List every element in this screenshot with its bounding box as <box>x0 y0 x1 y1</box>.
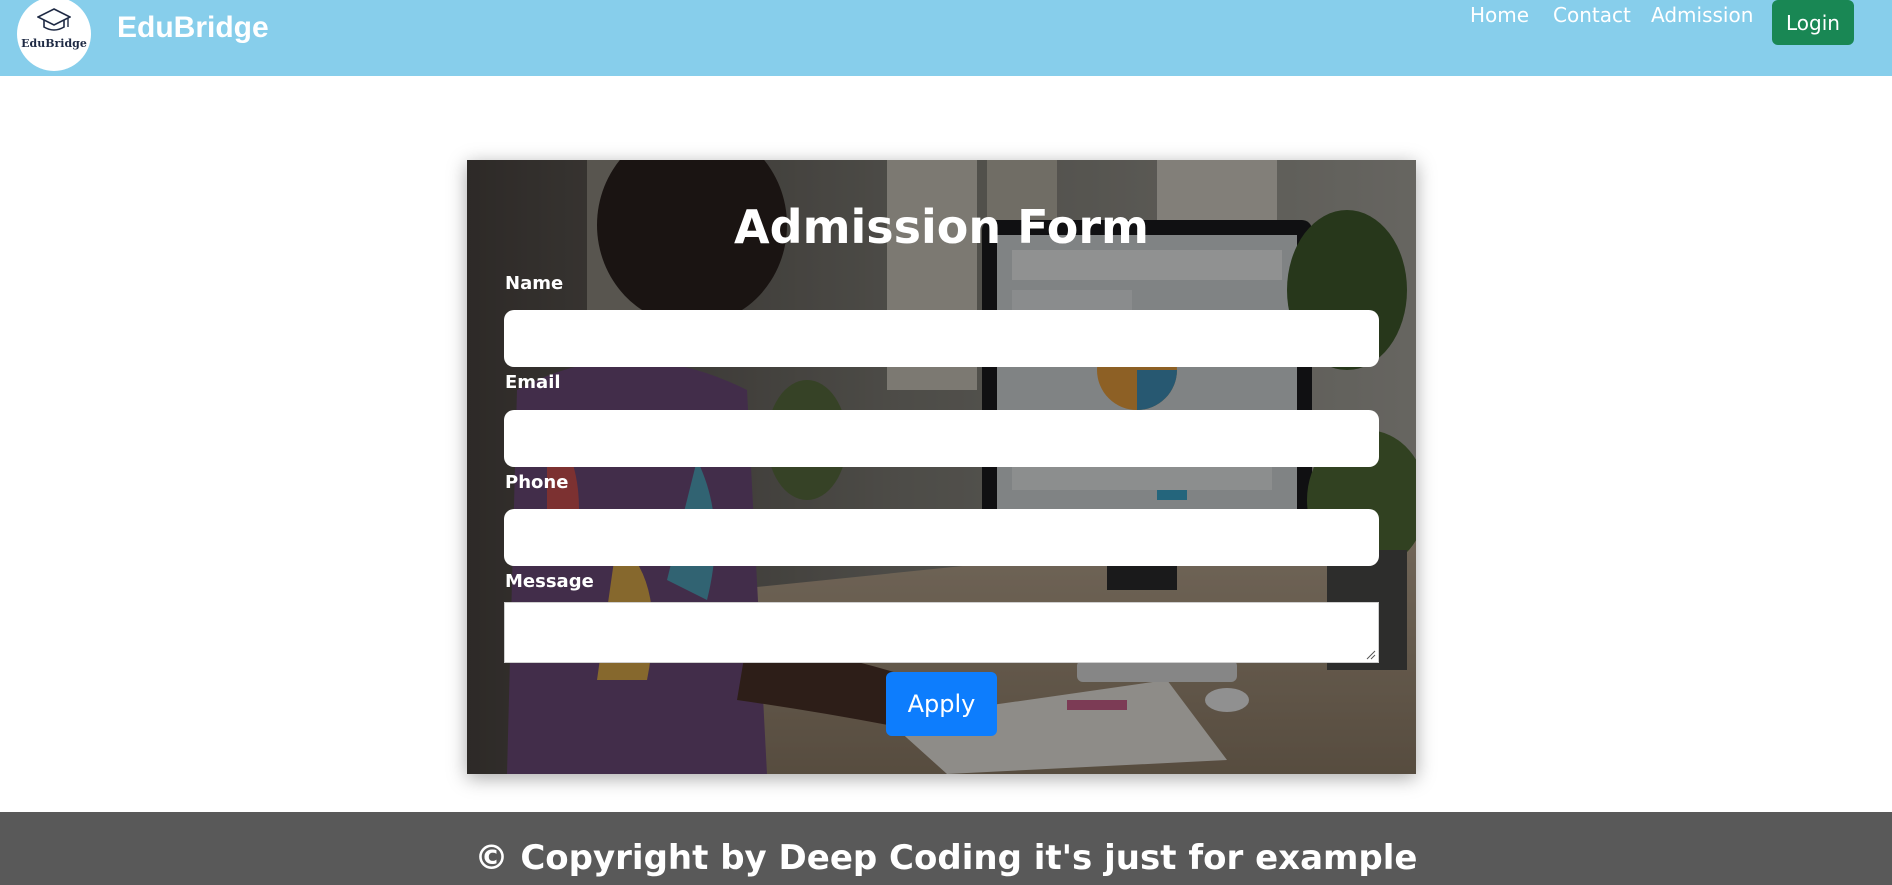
name-label: Name <box>505 273 564 294</box>
message-textarea[interactable] <box>504 602 1379 663</box>
admission-form-card: Admission Form Name Email Phone Message … <box>467 160 1416 774</box>
brand-name[interactable]: EduBridge <box>117 11 269 45</box>
phone-label: Phone <box>505 472 569 493</box>
name-input[interactable] <box>504 310 1379 367</box>
nav-contact[interactable]: Contact <box>1553 3 1631 27</box>
footer: © Copyright by Deep Coding it's just for… <box>0 812 1892 885</box>
phone-input[interactable] <box>504 509 1379 566</box>
navbar: EduBridge EduBridge Home Contact Admissi… <box>0 0 1892 76</box>
graduation-cap-icon <box>37 8 71 31</box>
footer-copyright: © Copyright by Deep Coding it's just for… <box>474 838 1418 878</box>
form-title: Admission Form <box>734 200 1149 254</box>
email-label: Email <box>505 372 561 393</box>
logo[interactable]: EduBridge <box>17 0 91 71</box>
nav-admission[interactable]: Admission <box>1651 3 1753 27</box>
logo-text: EduBridge <box>21 37 87 50</box>
apply-button[interactable]: Apply <box>886 672 997 736</box>
login-button[interactable]: Login <box>1772 0 1854 45</box>
resize-handle-icon[interactable] <box>1366 650 1376 660</box>
nav-home[interactable]: Home <box>1470 3 1529 27</box>
email-input[interactable] <box>504 410 1379 467</box>
message-label: Message <box>505 571 594 592</box>
